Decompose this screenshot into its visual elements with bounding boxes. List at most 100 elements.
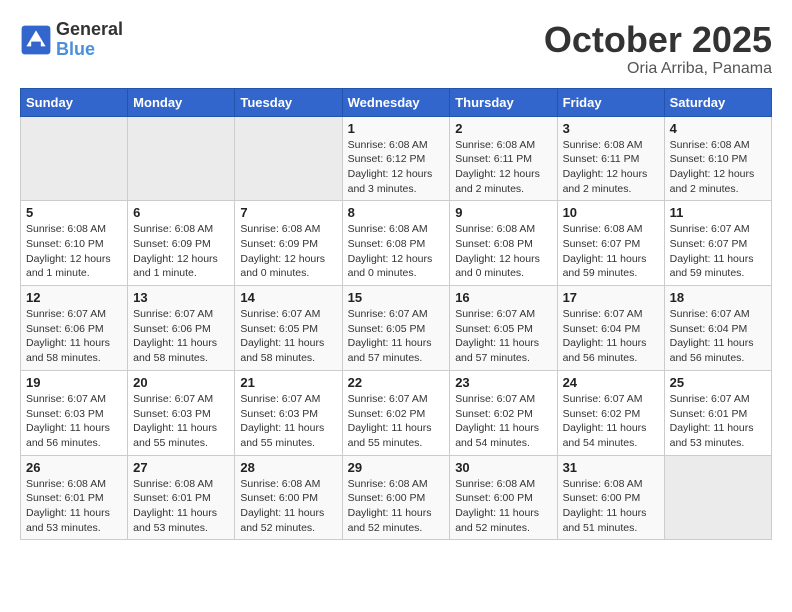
day-number: 28 — [240, 460, 336, 475]
day-number: 4 — [670, 121, 766, 136]
day-number: 9 — [455, 205, 551, 220]
day-number: 17 — [563, 290, 659, 305]
day-number: 13 — [133, 290, 229, 305]
logo: General Blue — [20, 20, 123, 60]
day-info: Sunrise: 6:08 AM Sunset: 6:00 PM Dayligh… — [348, 477, 445, 536]
weekday-header-wednesday: Wednesday — [342, 88, 450, 116]
day-info: Sunrise: 6:07 AM Sunset: 6:06 PM Dayligh… — [133, 307, 229, 366]
logo-line2: Blue — [56, 40, 123, 60]
calendar-cell: 18 Sunrise: 6:07 AM Sunset: 6:04 PM Dayli… — [664, 286, 771, 371]
calendar-cell: 15 Sunrise: 6:07 AM Sunset: 6:05 PM Dayli… — [342, 286, 450, 371]
calendar-cell — [235, 116, 342, 201]
day-number: 27 — [133, 460, 229, 475]
calendar-cell: 5 Sunrise: 6:08 AM Sunset: 6:10 PM Daylig… — [21, 201, 128, 286]
calendar-cell: 30Sunrise: 6:08 AM Sunset: 6:00 PM Dayli… — [450, 455, 557, 540]
day-number: 11 — [670, 205, 766, 220]
day-number: 24 — [563, 375, 659, 390]
calendar-cell: 20 Sunrise: 6:07 AM Sunset: 6:03 PM Dayli… — [128, 370, 235, 455]
day-info: Sunrise: 6:08 AM Sunset: 6:00 PM Dayligh… — [563, 477, 659, 536]
calendar-cell — [128, 116, 235, 201]
day-info: Sunrise: 6:07 AM Sunset: 6:07 PM Dayligh… — [670, 222, 766, 281]
day-number: 5 — [26, 205, 122, 220]
calendar-cell: 26 Sunrise: 6:08 AM Sunset: 6:01 PM Dayli… — [21, 455, 128, 540]
day-number: 8 — [348, 205, 445, 220]
calendar-week-1: 1 Sunrise: 6:08 AM Sunset: 6:12 PM Daylig… — [21, 116, 772, 201]
calendar-cell: 16 Sunrise: 6:07 AM Sunset: 6:05 PM Dayli… — [450, 286, 557, 371]
calendar-week-3: 12 Sunrise: 6:07 AM Sunset: 6:06 PM Dayli… — [21, 286, 772, 371]
day-info: Sunrise: 6:07 AM Sunset: 6:04 PM Dayligh… — [563, 307, 659, 366]
day-number: 6 — [133, 205, 229, 220]
day-number: 26 — [26, 460, 122, 475]
day-number: 20 — [133, 375, 229, 390]
calendar-cell: 23 Sunrise: 6:07 AM Sunset: 6:02 PM Dayli… — [450, 370, 557, 455]
calendar-cell: 4 Sunrise: 6:08 AM Sunset: 6:10 PM Daylig… — [664, 116, 771, 201]
weekday-header-thursday: Thursday — [450, 88, 557, 116]
calendar-cell: 10 Sunrise: 6:08 AM Sunset: 6:07 PM Dayli… — [557, 201, 664, 286]
day-info: Sunrise: 6:08 AM Sunset: 6:11 PM Dayligh… — [455, 138, 551, 197]
day-info: Sunrise: 6:07 AM Sunset: 6:02 PM Dayligh… — [563, 392, 659, 451]
day-number: 3 — [563, 121, 659, 136]
weekday-header-saturday: Saturday — [664, 88, 771, 116]
day-info: Sunrise: 6:08 AM Sunset: 6:10 PM Dayligh… — [26, 222, 122, 281]
day-info: Sunrise: 6:08 AM Sunset: 6:08 PM Dayligh… — [455, 222, 551, 281]
weekday-header-monday: Monday — [128, 88, 235, 116]
day-number: 23 — [455, 375, 551, 390]
day-number: 22 — [348, 375, 445, 390]
day-info: Sunrise: 6:08 AM Sunset: 6:07 PM Dayligh… — [563, 222, 659, 281]
day-info: Sunrise: 6:07 AM Sunset: 6:06 PM Dayligh… — [26, 307, 122, 366]
day-number: 2 — [455, 121, 551, 136]
day-number: 31 — [563, 460, 659, 475]
day-info: Sunrise: 6:08 AM Sunset: 6:12 PM Dayligh… — [348, 138, 445, 197]
day-info: Sunrise: 6:07 AM Sunset: 6:05 PM Dayligh… — [348, 307, 445, 366]
day-number: 7 — [240, 205, 336, 220]
day-info: Sunrise: 6:07 AM Sunset: 6:03 PM Dayligh… — [26, 392, 122, 451]
calendar-cell: 31 Sunrise: 6:08 AM Sunset: 6:00 PM Dayli… — [557, 455, 664, 540]
day-number: 10 — [563, 205, 659, 220]
calendar-cell: 9 Sunrise: 6:08 AM Sunset: 6:08 PM Daylig… — [450, 201, 557, 286]
weekday-header-sunday: Sunday — [21, 88, 128, 116]
day-number: 12 — [26, 290, 122, 305]
day-info: Sunrise: 6:08 AM Sunset: 6:01 PM Dayligh… — [26, 477, 122, 536]
day-info: Sunrise: 6:08 AM Sunset: 6:11 PM Dayligh… — [563, 138, 659, 197]
day-number: 14 — [240, 290, 336, 305]
calendar-cell: 27 Sunrise: 6:08 AM Sunset: 6:01 PM Dayli… — [128, 455, 235, 540]
day-info: Sunrise: 6:08 AM Sunset: 6:01 PM Dayligh… — [133, 477, 229, 536]
page-header: General Blue October 2025 Oria Arriba, P… — [20, 20, 772, 78]
location-subtitle: Oria Arriba, Panama — [544, 60, 772, 78]
calendar-cell: 21Sunrise: 6:07 AM Sunset: 6:03 PM Dayli… — [235, 370, 342, 455]
calendar-cell: 11 Sunrise: 6:07 AM Sunset: 6:07 PM Dayli… — [664, 201, 771, 286]
day-info: Sunrise: 6:08 AM Sunset: 6:08 PM Dayligh… — [348, 222, 445, 281]
day-number: 15 — [348, 290, 445, 305]
calendar-cell: 14Sunrise: 6:07 AM Sunset: 6:05 PM Dayli… — [235, 286, 342, 371]
day-number: 1 — [348, 121, 445, 136]
calendar-cell: 25Sunrise: 6:07 AM Sunset: 6:01 PM Dayli… — [664, 370, 771, 455]
logo-icon — [20, 24, 52, 56]
calendar-week-2: 5 Sunrise: 6:08 AM Sunset: 6:10 PM Daylig… — [21, 201, 772, 286]
calendar-cell — [21, 116, 128, 201]
day-info: Sunrise: 6:07 AM Sunset: 6:05 PM Dayligh… — [455, 307, 551, 366]
day-info: Sunrise: 6:07 AM Sunset: 6:03 PM Dayligh… — [133, 392, 229, 451]
calendar-cell: 2 Sunrise: 6:08 AM Sunset: 6:11 PM Daylig… — [450, 116, 557, 201]
day-number: 30 — [455, 460, 551, 475]
day-info: Sunrise: 6:07 AM Sunset: 6:03 PM Dayligh… — [240, 392, 336, 451]
calendar-week-5: 26 Sunrise: 6:08 AM Sunset: 6:01 PM Dayli… — [21, 455, 772, 540]
day-info: Sunrise: 6:08 AM Sunset: 6:00 PM Dayligh… — [240, 477, 336, 536]
day-info: Sunrise: 6:07 AM Sunset: 6:02 PM Dayligh… — [455, 392, 551, 451]
day-info: Sunrise: 6:07 AM Sunset: 6:04 PM Dayligh… — [670, 307, 766, 366]
logo-line1: General — [56, 20, 123, 40]
calendar-cell: 8 Sunrise: 6:08 AM Sunset: 6:08 PM Daylig… — [342, 201, 450, 286]
weekday-header-friday: Friday — [557, 88, 664, 116]
calendar-cell: 28 Sunrise: 6:08 AM Sunset: 6:00 PM Dayli… — [235, 455, 342, 540]
calendar-cell: 1 Sunrise: 6:08 AM Sunset: 6:12 PM Daylig… — [342, 116, 450, 201]
calendar-cell: 12 Sunrise: 6:07 AM Sunset: 6:06 PM Dayli… — [21, 286, 128, 371]
day-info: Sunrise: 6:08 AM Sunset: 6:09 PM Dayligh… — [133, 222, 229, 281]
calendar-cell: 6 Sunrise: 6:08 AM Sunset: 6:09 PM Daylig… — [128, 201, 235, 286]
day-number: 18 — [670, 290, 766, 305]
day-number: 16 — [455, 290, 551, 305]
calendar-cell: 19Sunrise: 6:07 AM Sunset: 6:03 PM Dayli… — [21, 370, 128, 455]
calendar-cell: 29Sunrise: 6:08 AM Sunset: 6:00 PM Dayli… — [342, 455, 450, 540]
weekday-header-row: SundayMondayTuesdayWednesdayThursdayFrid… — [21, 88, 772, 116]
calendar-cell — [664, 455, 771, 540]
day-info: Sunrise: 6:08 AM Sunset: 6:10 PM Dayligh… — [670, 138, 766, 197]
day-info: Sunrise: 6:08 AM Sunset: 6:09 PM Dayligh… — [240, 222, 336, 281]
